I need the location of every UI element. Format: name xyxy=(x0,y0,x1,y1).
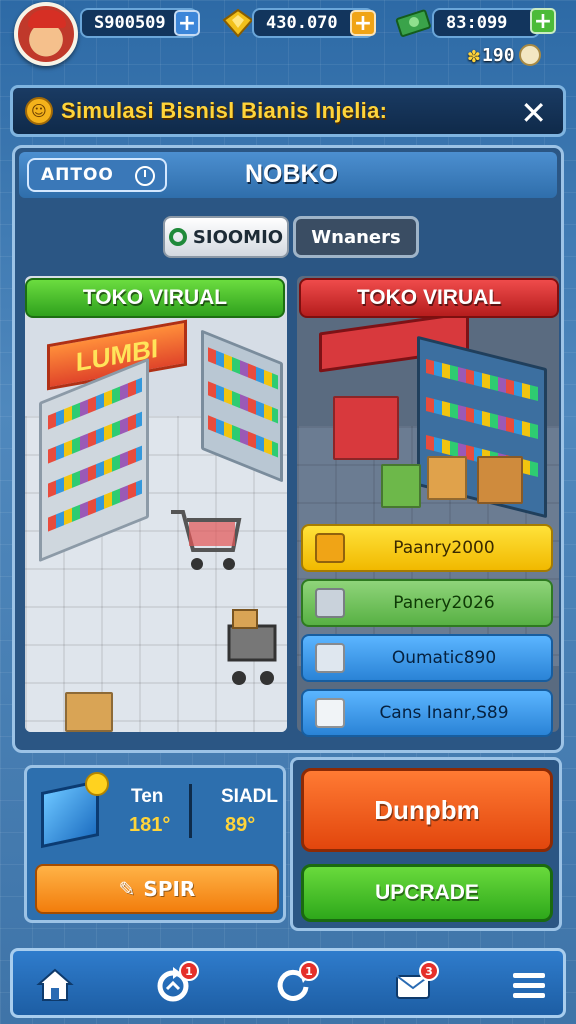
store-panel: ΑΠΤΟΟ NOBKO SIOOMIO Wnaners LUMBI TOKO V… xyxy=(12,145,564,753)
nav-mail[interactable]: 3 xyxy=(385,959,441,1011)
add-gold-button[interactable]: + xyxy=(350,10,376,36)
home-icon xyxy=(36,968,74,1001)
crate-icon xyxy=(315,643,345,673)
star-badge-icon xyxy=(85,772,109,796)
panel-header: ΑΠΤΟΟ NOBKO xyxy=(19,152,557,198)
price-item-label: Cans Inanr,S89 xyxy=(379,703,509,723)
shelf-products xyxy=(208,381,278,424)
clock-icon xyxy=(135,166,155,186)
upgrade-button[interactable]: UPCRADE xyxy=(301,864,553,922)
shopping-cart-icon xyxy=(171,510,242,570)
cash-value: S900509 xyxy=(94,13,166,33)
tab-wnaners[interactable]: Wnaners xyxy=(293,216,419,258)
stat-value: 89° xyxy=(225,814,256,836)
divider xyxy=(189,784,192,838)
cardboard-box xyxy=(65,692,113,732)
resource-bar: S900509 + 430.070 + 83:099 + ✽ 190 xyxy=(0,0,576,78)
price-item-button[interactable]: Oumatic890 xyxy=(301,634,553,682)
price-item-label: Panery2026 xyxy=(393,593,495,613)
stat-label: SIADL xyxy=(221,786,278,807)
pencil-icon: ✎ xyxy=(118,877,136,901)
bills-value: 83:099 xyxy=(446,13,508,33)
shelf-products xyxy=(208,347,278,390)
coin-icon xyxy=(518,44,541,66)
shelf-products xyxy=(426,359,538,401)
price-item-button[interactable]: Panery2026 xyxy=(301,579,553,627)
code-text: ΑΠΤΟΟ xyxy=(41,165,114,185)
box-icon xyxy=(315,533,345,563)
banner-title: Simulasi Bisnisl Bianis Injelia: xyxy=(61,98,388,123)
smiley-coin-icon: ☺ xyxy=(25,97,53,125)
store-scene-left[interactable]: LUMBI xyxy=(25,276,287,732)
tab-radio-icon xyxy=(168,228,187,246)
nav-home[interactable] xyxy=(27,959,83,1011)
gems-counter: ✽ 190 xyxy=(468,42,541,68)
stat-label: Ten xyxy=(131,786,164,807)
notification-badge: 1 xyxy=(179,961,199,981)
tab-siomio[interactable]: SIOOMIO xyxy=(163,216,289,258)
spin-button[interactable]: ✎ SPIR xyxy=(35,864,279,914)
gems-value: 190 xyxy=(482,44,515,66)
bottom-nav: 1 1 3 xyxy=(10,948,566,1018)
notification-badge: 1 xyxy=(299,961,319,981)
primary-action-button[interactable]: Dunpbm xyxy=(301,768,553,852)
gold-bar-icon xyxy=(222,8,254,38)
player-avatar[interactable] xyxy=(14,2,78,66)
add-bills-button[interactable]: + xyxy=(530,8,556,34)
tab-label: SIOOMIO xyxy=(192,226,284,248)
shelf-products xyxy=(426,397,538,439)
green-bag xyxy=(381,464,421,508)
shelf-products xyxy=(208,415,278,458)
produce-crate xyxy=(333,396,399,460)
title-banner: ☺ Simulasi Bisnisl Bianis Injelia: ✕ xyxy=(10,85,566,137)
register-icon xyxy=(315,588,345,618)
bills-counter: 83:099 xyxy=(432,8,540,38)
nav-menu[interactable] xyxy=(501,959,557,1011)
nav-refresh[interactable]: 1 xyxy=(145,959,201,1011)
hamburger-menu-icon xyxy=(513,973,545,998)
price-item-button[interactable]: Cans Inanr,S89 xyxy=(301,689,553,737)
nav-reload[interactable]: 1 xyxy=(265,959,321,1011)
spin-label: SPIR xyxy=(143,877,196,901)
tab-label: Wnaners xyxy=(311,226,401,248)
cardboard-box xyxy=(427,456,467,500)
store-tag-left: TOKO VIRUAL xyxy=(25,278,285,318)
close-button[interactable]: ✕ xyxy=(520,94,547,132)
code-box[interactable]: ΑΠΤΟΟ xyxy=(27,158,167,192)
price-item-label: Oumatic890 xyxy=(391,648,497,668)
notification-badge: 3 xyxy=(419,961,439,981)
cart-with-goods-icon xyxy=(227,609,277,685)
avatar-hat xyxy=(28,10,66,28)
action-card: Dunpbm UPCRADE xyxy=(290,757,562,931)
add-cash-button[interactable]: + xyxy=(174,10,200,36)
gold-value: 430.070 xyxy=(266,13,338,33)
puzzle-icon: ✽ xyxy=(468,43,481,67)
stats-card: Ten 181° SIADL 89° ✎ SPIR xyxy=(24,765,286,923)
price-item-button[interactable]: Paanry2000 xyxy=(301,524,553,572)
stat-value: 181° xyxy=(129,814,171,836)
cardboard-box xyxy=(477,456,523,504)
cash-stack-icon xyxy=(395,9,431,37)
cube-icon xyxy=(315,698,345,728)
avatar-face xyxy=(34,24,60,54)
store-tag-right: TOKO VIRUAL xyxy=(299,278,559,318)
price-item-label: Paanry2000 xyxy=(393,538,495,558)
panel-title: NOBKO xyxy=(245,160,339,188)
